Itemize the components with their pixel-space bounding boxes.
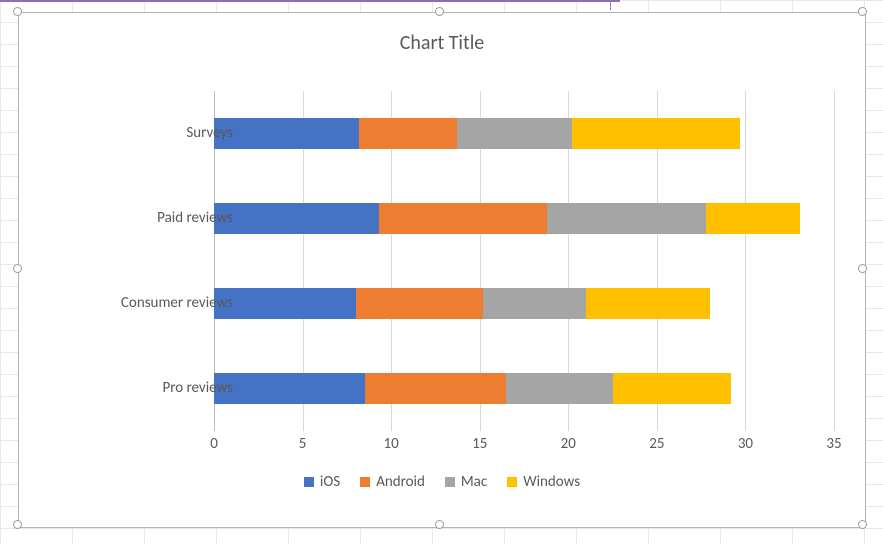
bar-row[interactable] bbox=[214, 288, 834, 319]
legend-item-android[interactable]: Android bbox=[360, 473, 425, 491]
category-label: Consumer reviews bbox=[63, 294, 233, 312]
bar-segment-ios[interactable] bbox=[214, 288, 356, 319]
bar-segment-mac[interactable] bbox=[483, 288, 586, 319]
bar-segment-ios[interactable] bbox=[214, 203, 379, 234]
legend-item-ios[interactable]: iOS bbox=[304, 473, 340, 491]
legend-label: Windows bbox=[523, 473, 580, 491]
legend[interactable]: iOS Android Mac Windows bbox=[19, 473, 865, 492]
resize-handle-bottom-left[interactable] bbox=[13, 520, 22, 529]
x-axis-labels: 05101520253035 bbox=[214, 435, 834, 459]
bar-segment-windows[interactable] bbox=[706, 203, 800, 234]
resize-handle-mid-right[interactable] bbox=[858, 264, 867, 273]
chart-object[interactable]: Chart Title 0 5 10 15 20 25 30 35 iOS Android Mac… bbox=[18, 12, 866, 528]
selection-edge-end bbox=[610, 0, 611, 10]
x-tick-label: 35 bbox=[826, 435, 841, 453]
legend-item-windows[interactable]: Windows bbox=[507, 473, 580, 491]
legend-swatch bbox=[445, 477, 455, 487]
resize-handle-top-mid[interactable] bbox=[435, 7, 444, 16]
bar-segment-android[interactable] bbox=[356, 288, 484, 319]
bar-segment-android[interactable] bbox=[379, 203, 547, 234]
bar-row[interactable] bbox=[214, 373, 834, 404]
x-tick-label: 15 bbox=[472, 435, 487, 453]
legend-swatch bbox=[304, 477, 314, 487]
bar-segment-android[interactable] bbox=[359, 118, 456, 149]
bar-segment-windows[interactable] bbox=[572, 118, 740, 149]
resize-handle-top-left[interactable] bbox=[13, 7, 22, 16]
x-tick-label: 25 bbox=[649, 435, 664, 453]
resize-handle-mid-left[interactable] bbox=[13, 264, 22, 273]
bar-segment-ios[interactable] bbox=[214, 373, 365, 404]
selection-edge bbox=[0, 0, 620, 2]
x-tick-label: 30 bbox=[738, 435, 753, 453]
bar-row[interactable] bbox=[214, 118, 834, 149]
legend-label: iOS bbox=[320, 473, 340, 491]
bar-segment-mac[interactable] bbox=[457, 118, 572, 149]
x-tick-label: 5 bbox=[299, 435, 307, 453]
resize-handle-bottom-right[interactable] bbox=[858, 520, 867, 529]
bar-segment-windows[interactable] bbox=[613, 373, 732, 404]
legend-label: Android bbox=[376, 473, 425, 491]
x-tick-label: 10 bbox=[384, 435, 399, 453]
bar-segment-ios[interactable] bbox=[214, 118, 359, 149]
x-tick-label: 0 bbox=[210, 435, 218, 453]
legend-item-mac[interactable]: Mac bbox=[445, 473, 487, 491]
bar-segment-mac[interactable] bbox=[506, 373, 612, 404]
resize-handle-top-right[interactable] bbox=[858, 7, 867, 16]
chart-title[interactable]: Chart Title bbox=[19, 13, 865, 55]
bar-segment-mac[interactable] bbox=[547, 203, 706, 234]
x-tick-label: 20 bbox=[561, 435, 576, 453]
bar-row[interactable] bbox=[214, 203, 834, 234]
resize-handle-bottom-mid[interactable] bbox=[435, 520, 444, 529]
legend-label: Mac bbox=[461, 473, 487, 491]
worksheet: Chart Title 0 5 10 15 20 25 30 35 iOS Android Mac… bbox=[0, 0, 883, 544]
bar-segment-windows[interactable] bbox=[586, 288, 710, 319]
plot-area[interactable] bbox=[214, 91, 834, 431]
bar-segment-android[interactable] bbox=[365, 373, 507, 404]
legend-swatch bbox=[507, 477, 517, 487]
legend-swatch bbox=[360, 477, 370, 487]
category-label: Surveys bbox=[63, 124, 233, 142]
category-label: Paid reviews bbox=[63, 209, 233, 227]
gridline bbox=[834, 91, 835, 431]
category-label: Pro reviews bbox=[63, 379, 233, 397]
